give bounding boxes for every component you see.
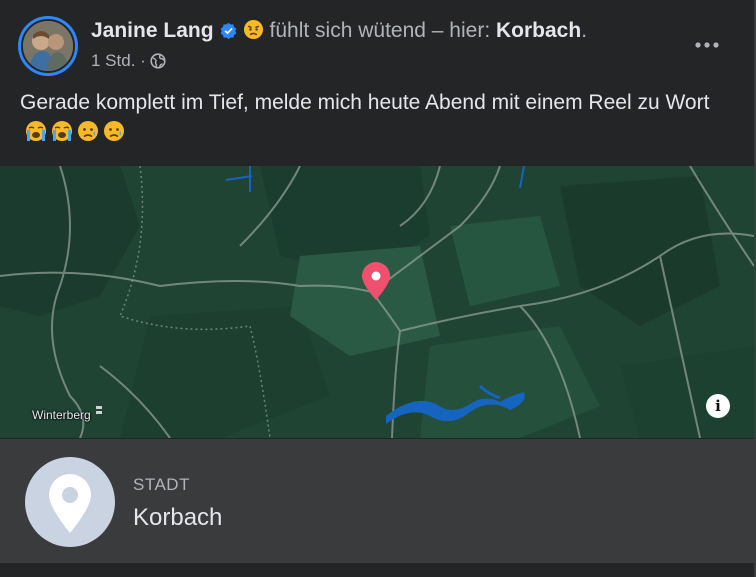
angry-face-icon	[243, 19, 264, 46]
place-name[interactable]: Korbach	[133, 504, 222, 532]
place-card[interactable]: STADT Korbach	[0, 439, 754, 563]
verified-badge-icon	[220, 21, 237, 45]
post-message: Gerade komplett im Tief, melde mich heut…	[20, 88, 736, 148]
author-name[interactable]: Janine Lang	[91, 19, 214, 42]
post-title-line: Janine Lang fühlt sich wütend – hier: Kor…	[91, 19, 587, 46]
sad-but-relieved-face-icon	[104, 121, 124, 141]
avatar[interactable]	[21, 19, 75, 73]
place-pin-icon	[25, 457, 115, 547]
map-image	[0, 166, 754, 438]
globe-icon[interactable]	[150, 53, 166, 74]
loudly-crying-face-icon	[26, 121, 46, 141]
post-emojis	[24, 119, 126, 143]
feeling-text: fühlt sich wütend – hier:	[269, 19, 491, 42]
place-category: STADT	[133, 475, 190, 494]
location-period: .	[581, 19, 588, 42]
post-meta: 1 Std. ·	[91, 51, 166, 74]
map-info-button[interactable]: i	[706, 394, 730, 418]
avatar-photo	[23, 21, 73, 71]
ellipsis-icon	[695, 42, 719, 48]
location-link[interactable]: Korbach	[496, 19, 581, 42]
card-bottom	[0, 563, 754, 577]
loudly-crying-face-icon	[52, 121, 72, 141]
sad-but-relieved-face-icon	[78, 121, 98, 141]
timestamp-link[interactable]: 1 Std. ·	[91, 51, 146, 70]
post-text: Gerade komplett im Tief, melde mich heut…	[20, 91, 710, 114]
more-options-button[interactable]	[692, 30, 722, 60]
post-card: Janine Lang fühlt sich wütend – hier: Kor…	[0, 0, 756, 577]
map-town-label: Winterberg	[32, 408, 91, 422]
post-header: Janine Lang fühlt sich wütend – hier: Kor…	[18, 16, 736, 76]
avatar-story-ring[interactable]	[18, 16, 78, 76]
location-map[interactable]	[0, 166, 754, 438]
